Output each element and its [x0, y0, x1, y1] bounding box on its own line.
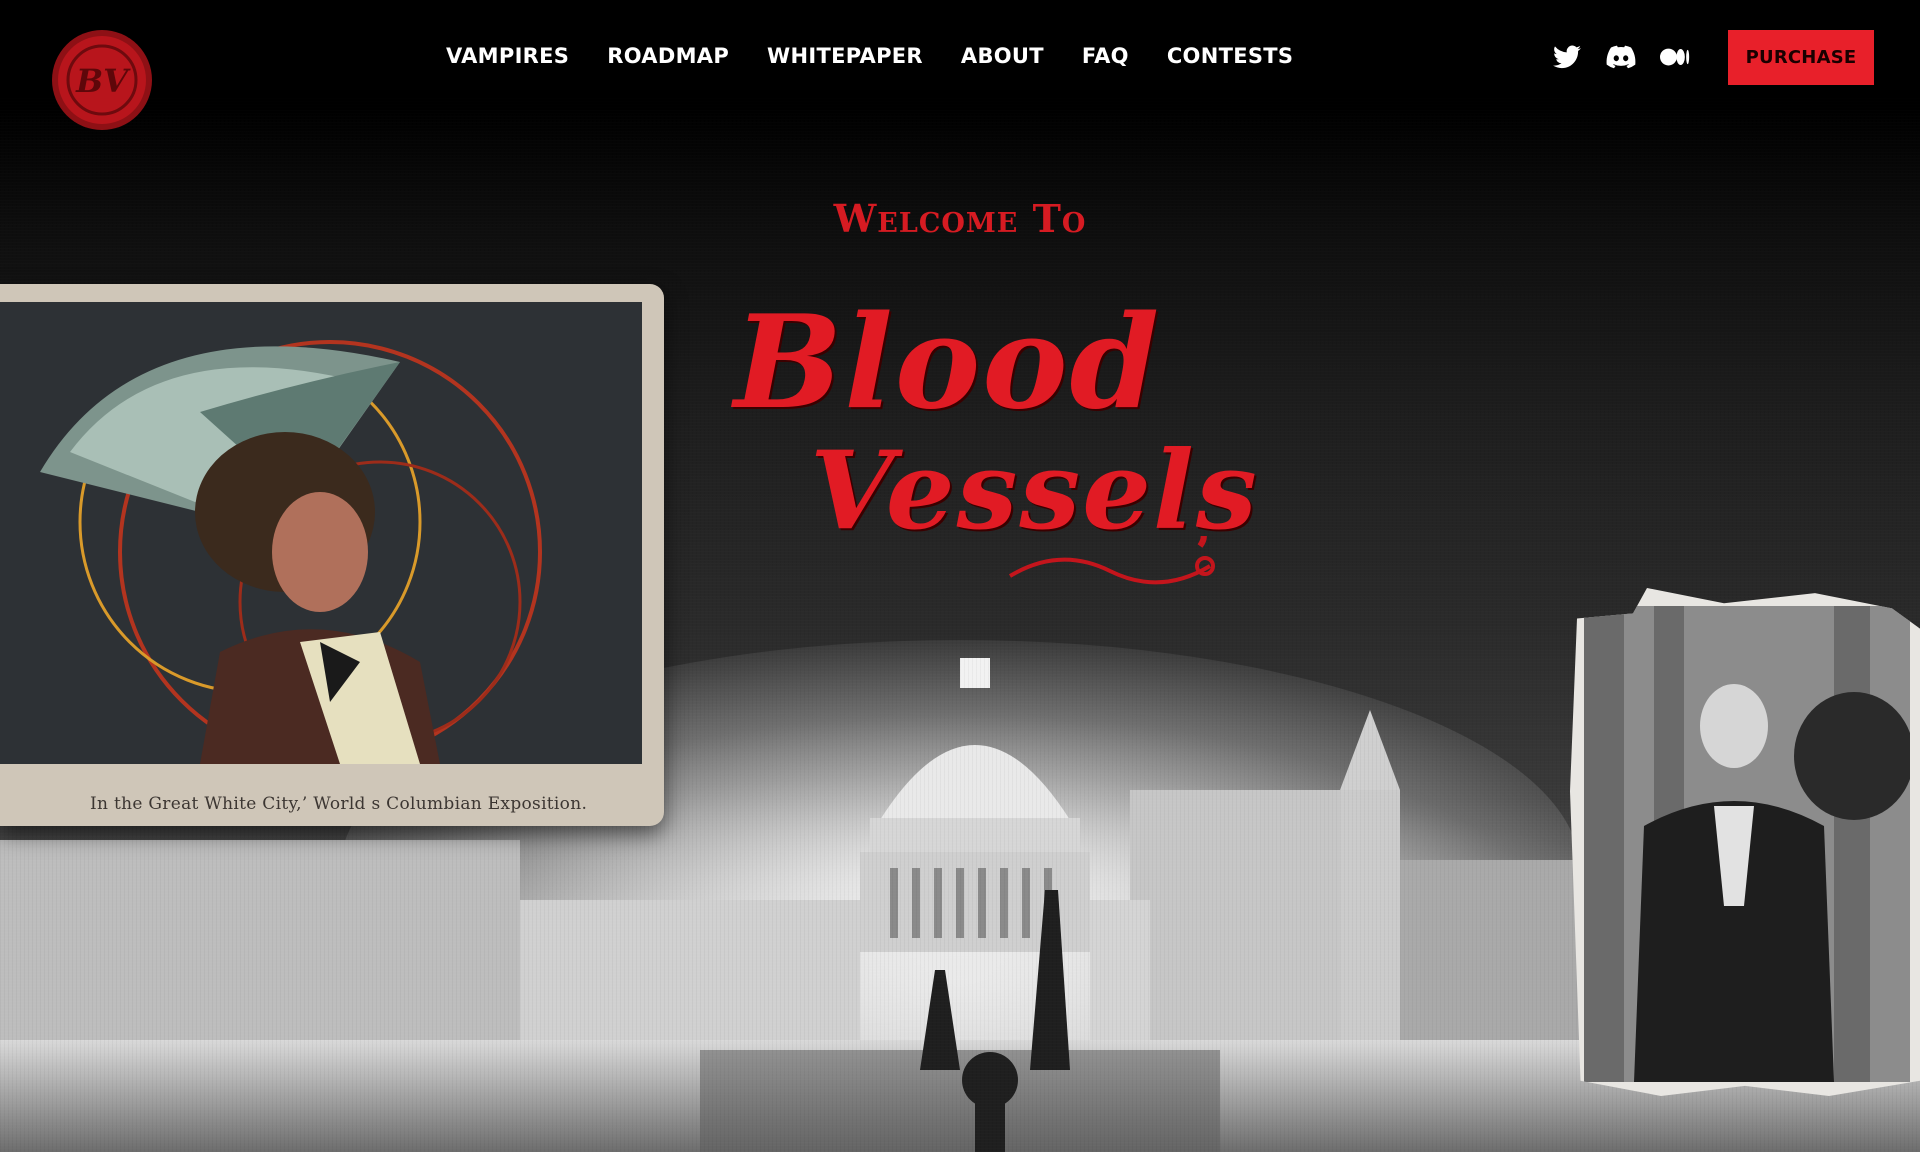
nav-link-vampires[interactable]: VAMPIRES: [446, 44, 569, 68]
torn-vintage-photo: [1570, 588, 1920, 1096]
top-navigation: BV VAMPIRES ROADMAP WHITEPAPER ABOUT FAQ…: [0, 0, 1920, 130]
blood-vessels-title: Blood Vessels: [700, 288, 1257, 608]
social-links: [1552, 42, 1690, 72]
man-in-suit-photo: [1584, 606, 1910, 1082]
nav-link-faq[interactable]: FAQ: [1082, 44, 1129, 68]
nav-link-whitepaper[interactable]: WHITEPAPER: [767, 44, 923, 68]
postcard-caption: In the Great White City,’ World s Columb…: [90, 794, 588, 814]
woman-with-parasol-illustration: [0, 302, 642, 764]
welcome-heading: Welcome To: [833, 196, 1087, 241]
nav-links: VAMPIRES ROADMAP WHITEPAPER ABOUT FAQ CO…: [446, 44, 1293, 68]
nav-link-contests[interactable]: CONTESTS: [1167, 44, 1293, 68]
wax-seal-logo[interactable]: BV: [48, 26, 158, 136]
twitter-icon[interactable]: [1552, 42, 1582, 72]
medium-icon[interactable]: [1660, 42, 1690, 72]
title-line-blood: Blood: [734, 288, 1162, 438]
discord-icon[interactable]: [1606, 42, 1636, 72]
vampire-postcard: In the Great White City,’ World s Columb…: [0, 284, 664, 826]
logo-monogram: BV: [75, 62, 131, 100]
title-flourish-ornament: [1008, 536, 1215, 585]
nav-link-about[interactable]: ABOUT: [961, 44, 1044, 68]
nav-link-roadmap[interactable]: ROADMAP: [607, 44, 729, 68]
purchase-button[interactable]: PURCHASE: [1728, 30, 1874, 85]
